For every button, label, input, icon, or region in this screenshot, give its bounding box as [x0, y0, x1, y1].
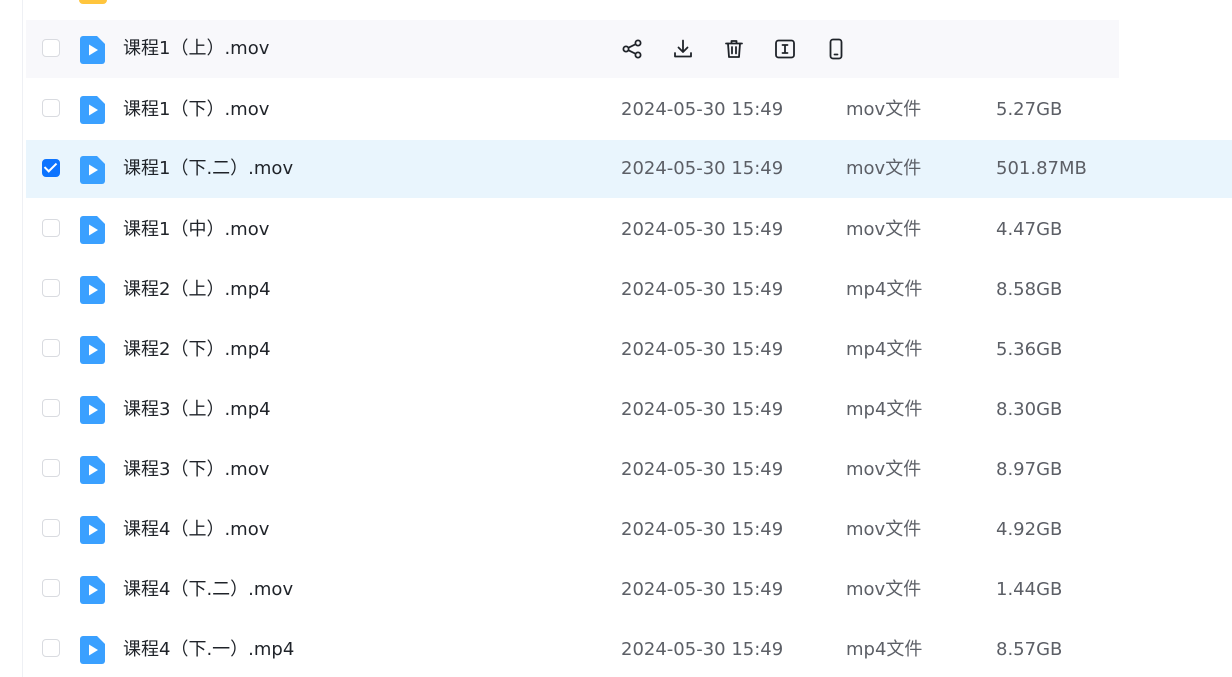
file-size: 8.57GB: [996, 639, 1063, 660]
file-name[interactable]: 课程3（下）.mov: [123, 440, 269, 500]
share-icon[interactable]: [620, 37, 644, 61]
table-row[interactable]: 课程3（下）.mov 2024-05-30 15:49 mov文件 8.97GB: [26, 440, 1232, 500]
file-name[interactable]: 课程4（上）.mov: [123, 500, 269, 560]
table-row[interactable]: 课程3（上）.mp4 2024-05-30 15:49 mp4文件 8.30GB: [26, 380, 1232, 440]
file-name[interactable]: 课程1（上）.mov: [123, 20, 269, 78]
table-row[interactable]: 课程1（上）.mov: [26, 20, 1119, 78]
file-size: 5.36GB: [996, 339, 1063, 360]
file-size: 4.92GB: [996, 519, 1063, 540]
video-file-icon: [80, 516, 105, 544]
video-file-icon: [80, 456, 105, 484]
file-name[interactable]: 课程1（下）.mov: [123, 80, 269, 140]
file-type: mov文件: [846, 158, 922, 179]
phone-icon[interactable]: [824, 37, 848, 61]
row-checkbox[interactable]: [42, 39, 60, 57]
file-type: mov文件: [846, 519, 922, 540]
table-row[interactable]: 课程1（下）.mov 2024-05-30 15:49 mov文件 5.27GB: [26, 80, 1232, 140]
table-row[interactable]: 课程4（下.二）.mov 2024-05-30 15:49 mov文件 1.44…: [26, 560, 1232, 620]
file-type: mp4文件: [846, 639, 923, 660]
video-file-icon: [80, 336, 105, 364]
row-checkbox[interactable]: [42, 279, 60, 297]
row-checkbox[interactable]: [42, 579, 60, 597]
modified-date: 2024-05-30 15:49: [621, 639, 784, 660]
file-size: 1.44GB: [996, 579, 1063, 600]
video-file-icon: [80, 216, 105, 244]
table-row[interactable]: 课程2（下）.mp4 2024-05-30 15:49 mp4文件 5.36GB: [26, 320, 1232, 380]
video-file-icon: [80, 96, 105, 124]
file-size: 5.27GB: [996, 99, 1063, 120]
modified-date: 2024-05-30 15:49: [621, 279, 784, 300]
row-checkbox[interactable]: [42, 519, 60, 537]
file-name[interactable]: 课程3（上）.mp4: [123, 380, 271, 440]
file-type: mp4文件: [846, 279, 923, 300]
row-checkbox[interactable]: [42, 219, 60, 237]
file-list: 课程1（上）.mov 课程1（下）.mov 2024-05-30 15:49 m…: [26, 20, 1232, 677]
modified-date: 2024-05-30 15:49: [621, 579, 784, 600]
row-checkbox[interactable]: [42, 159, 60, 177]
file-name[interactable]: 课程4（下.二）.mov: [123, 560, 293, 620]
file-size: 501.87MB: [996, 158, 1087, 179]
table-row[interactable]: 课程4（下.一）.mp4 2024-05-30 15:49 mp4文件 8.57…: [26, 620, 1232, 677]
file-type: mov文件: [846, 579, 922, 600]
file-size: 8.97GB: [996, 459, 1063, 480]
video-file-icon: [80, 396, 105, 424]
row-checkbox[interactable]: [42, 399, 60, 417]
delete-icon[interactable]: [722, 37, 746, 61]
file-type: mp4文件: [846, 399, 923, 420]
file-name[interactable]: 课程2（下）.mp4: [123, 320, 271, 380]
video-file-icon: [80, 276, 105, 304]
modified-date: 2024-05-30 15:49: [621, 519, 784, 540]
modified-date: 2024-05-30 15:49: [621, 339, 784, 360]
file-name[interactable]: 课程1（下.二）.mov: [123, 140, 293, 198]
file-browser: 课程1（上）.mov 课程1（下）.mov 2024-05-30 15:49 m…: [0, 0, 1232, 677]
row-checkbox[interactable]: [42, 339, 60, 357]
video-file-icon: [80, 36, 105, 64]
table-row[interactable]: 课程1（中）.mov 2024-05-30 15:49 mov文件 4.47GB: [26, 200, 1232, 260]
file-name[interactable]: 课程2（上）.mp4: [123, 260, 271, 320]
video-file-icon: [80, 636, 105, 664]
file-type: mp4文件: [846, 339, 923, 360]
row-checkbox[interactable]: [42, 99, 60, 117]
download-icon[interactable]: [671, 37, 695, 61]
folder-icon: [79, 0, 107, 4]
table-row[interactable]: 课程1（下.二）.mov 2024-05-30 15:49 mov文件 501.…: [26, 140, 1232, 198]
modified-date: 2024-05-30 15:49: [621, 99, 784, 120]
table-row[interactable]: 课程2（上）.mp4 2024-05-30 15:49 mp4文件 8.58GB: [26, 260, 1232, 320]
modified-date: 2024-05-30 15:49: [621, 219, 784, 240]
file-type: mov文件: [846, 459, 922, 480]
file-name[interactable]: 课程1（中）.mov: [123, 200, 269, 260]
file-size: 8.30GB: [996, 399, 1063, 420]
row-checkbox[interactable]: [42, 459, 60, 477]
file-name[interactable]: 课程4（下.一）.mp4: [123, 620, 294, 677]
file-type: mov文件: [846, 99, 922, 120]
table-row[interactable]: 课程4（上）.mov 2024-05-30 15:49 mov文件 4.92GB: [26, 500, 1232, 560]
modified-date: 2024-05-30 15:49: [621, 459, 784, 480]
modified-date: 2024-05-30 15:49: [621, 399, 784, 420]
video-file-icon: [80, 156, 105, 184]
sidebar-divider: [22, 0, 23, 677]
modified-date: 2024-05-30 15:49: [621, 158, 784, 179]
video-file-icon: [80, 576, 105, 604]
rename-icon[interactable]: [773, 37, 797, 61]
file-size: 4.47GB: [996, 219, 1063, 240]
file-type: mov文件: [846, 219, 922, 240]
row-checkbox[interactable]: [42, 639, 60, 657]
file-size: 8.58GB: [996, 279, 1063, 300]
